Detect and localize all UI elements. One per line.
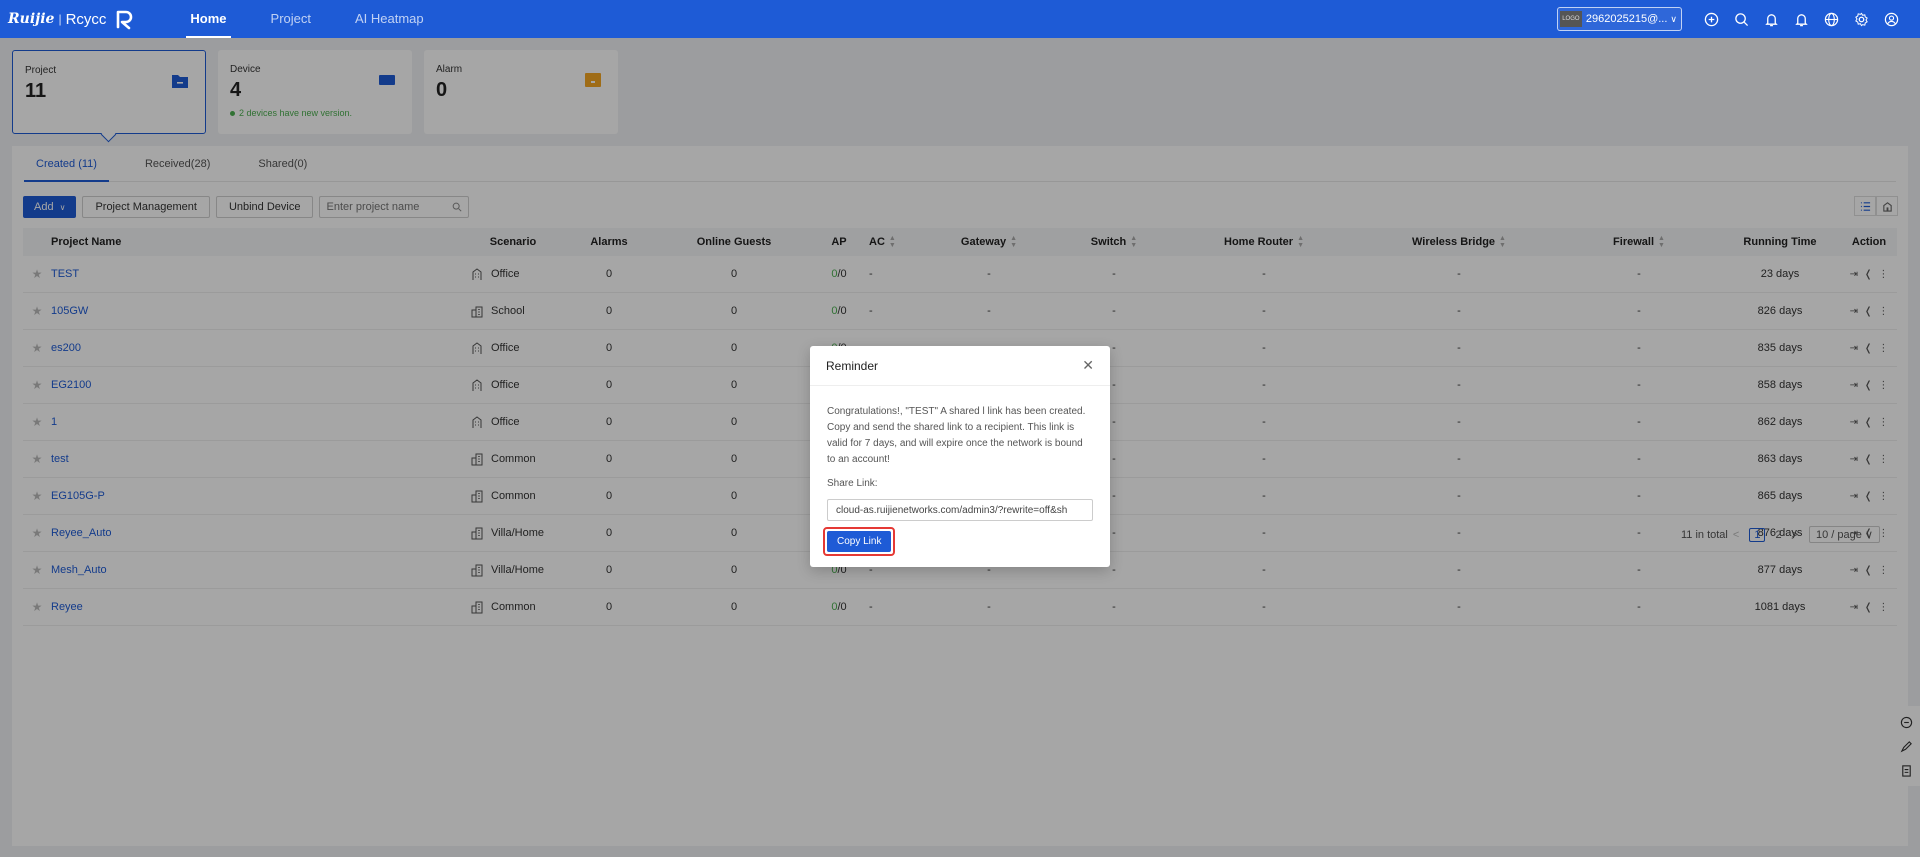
dialog-title: Reminder bbox=[826, 358, 879, 373]
nav-project[interactable]: Project bbox=[249, 0, 333, 38]
share-link-field[interactable] bbox=[827, 499, 1093, 521]
close-icon[interactable]: ✕ bbox=[1082, 357, 1094, 374]
dialog-message: Congratulations!, "TEST" A shared l link… bbox=[827, 406, 1086, 465]
nav-ai-heatmap[interactable]: AI Heatmap bbox=[333, 0, 446, 38]
brand-separator: | bbox=[58, 12, 62, 26]
brand-ruijie: Ruijie bbox=[8, 11, 55, 27]
copy-link-button[interactable]: Copy Link bbox=[827, 531, 892, 552]
brand-rcycc: Rcycc bbox=[65, 10, 107, 28]
top-right-tools: LOGO 2962025215@... ∨ bbox=[1556, 0, 1906, 38]
account-logo: LOGO bbox=[1559, 11, 1582, 27]
gear-icon[interactable] bbox=[1846, 12, 1876, 27]
search-icon[interactable] bbox=[1726, 12, 1756, 27]
share-link-label: Share Link: bbox=[827, 478, 878, 489]
top-navigation-bar: Ruijie | Rcycc Home Project AI Heatmap L… bbox=[0, 0, 1920, 38]
reyee-r-icon bbox=[117, 10, 133, 30]
copy-link-highlight: Copy Link bbox=[823, 527, 896, 556]
account-selector[interactable]: LOGO 2962025215@... ∨ bbox=[1556, 7, 1682, 31]
alarm-bell-icon[interactable] bbox=[1786, 12, 1816, 27]
globe-icon[interactable] bbox=[1816, 12, 1846, 27]
nav-home[interactable]: Home bbox=[168, 0, 248, 38]
chevron-down-icon: ∨ bbox=[1670, 13, 1677, 24]
dialog-body: Congratulations!, "TEST" A shared l link… bbox=[810, 386, 1110, 556]
user-icon[interactable] bbox=[1876, 12, 1906, 27]
reminder-dialog: Reminder ✕ Congratulations!, "TEST" A sh… bbox=[810, 346, 1110, 567]
bell-icon[interactable] bbox=[1756, 12, 1786, 27]
dialog-header: Reminder ✕ bbox=[810, 346, 1110, 386]
main-nav: Home Project AI Heatmap bbox=[168, 0, 445, 38]
brand-logo[interactable]: Ruijie | Rcycc bbox=[8, 0, 136, 38]
add-circle-icon[interactable] bbox=[1696, 12, 1726, 27]
account-name: 2962025215@... bbox=[1585, 13, 1668, 25]
